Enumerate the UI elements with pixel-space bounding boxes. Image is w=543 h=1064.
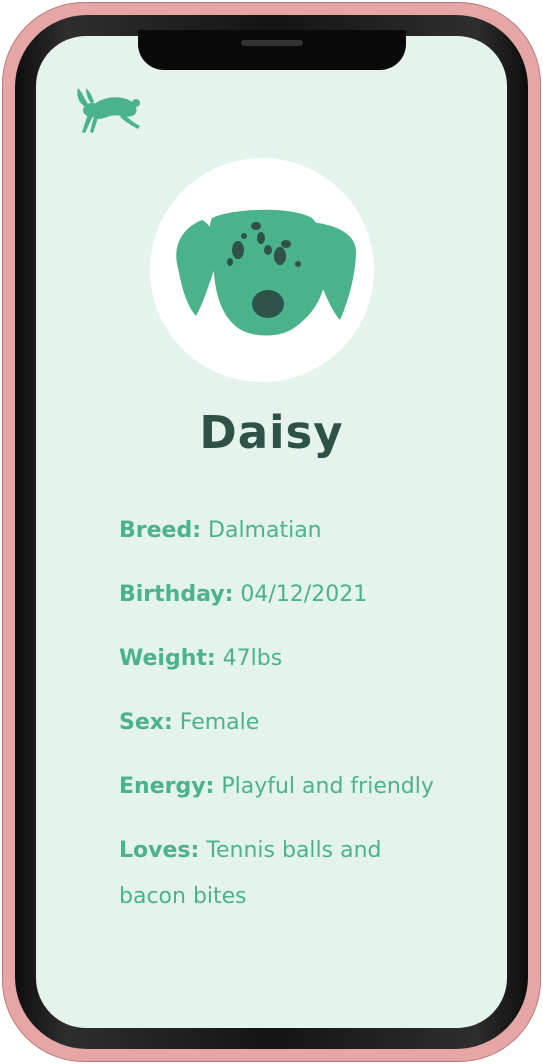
detail-sex: Sex: Female [119,700,439,746]
detail-birthday: Birthday: 04/12/2021 [119,572,439,618]
detail-loves-label: Loves: [119,838,200,863]
detail-weight-value: 47lbs [222,646,283,671]
detail-energy: Energy: Playful and friendly [119,764,439,810]
detail-birthday-value: 04/12/2021 [240,582,368,607]
detail-energy-value: Playful and friendly [221,774,434,799]
detail-weight: Weight: 47lbs [119,636,439,682]
detail-weight-label: Weight: [119,646,216,671]
detail-sex-value: Female [179,710,260,735]
phone-speaker [241,40,303,46]
phone-notch [138,30,406,70]
detail-breed-label: Breed: [119,518,202,543]
detail-breed: Breed: Dalmatian [119,508,439,554]
pet-details-list: Breed: Dalmatian Birthday: 04/12/2021 We… [119,508,439,938]
detail-energy-label: Energy: [119,774,215,799]
dalmatian-head-icon [176,209,356,336]
pet-name: Daisy [199,406,344,459]
rabbit-icon[interactable] [74,86,140,136]
detail-breed-value: Dalmatian [208,518,322,543]
detail-birthday-label: Birthday: [119,582,234,607]
detail-sex-label: Sex: [119,710,173,735]
detail-loves: Loves: Tennis balls and bacon bites [119,828,439,920]
